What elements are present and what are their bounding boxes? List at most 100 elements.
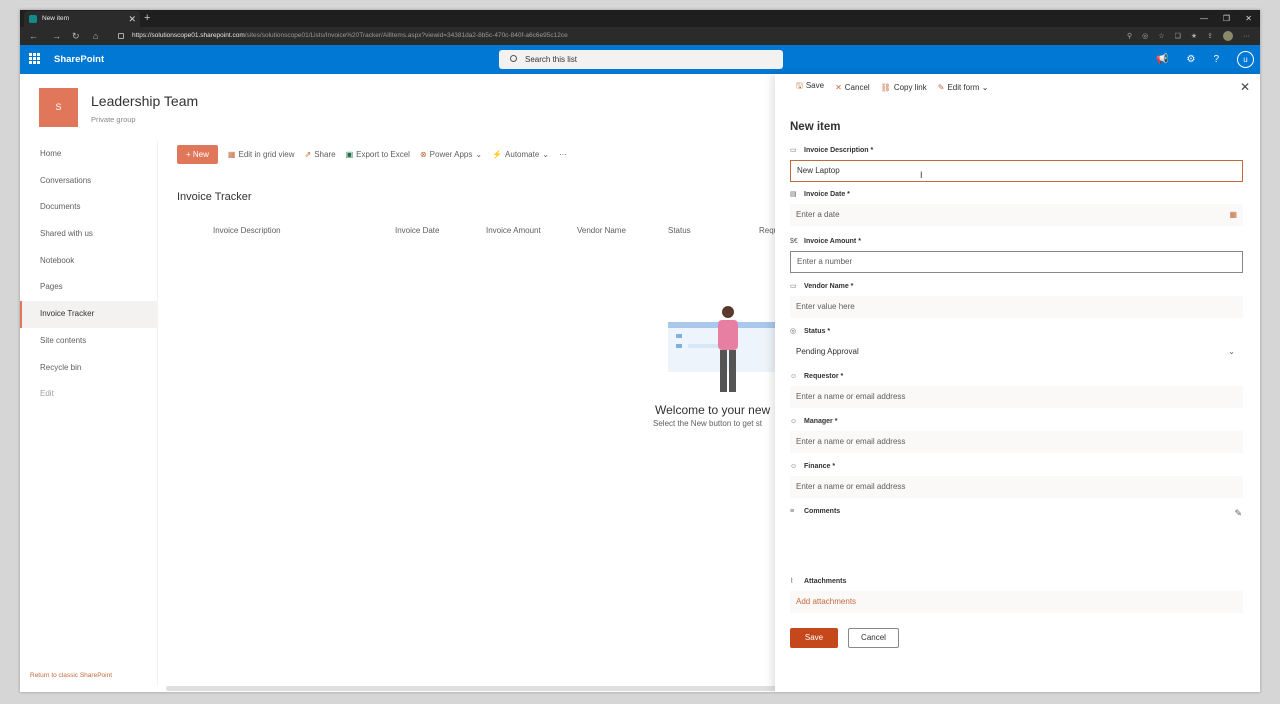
- manager-input[interactable]: Enter a name or email address: [790, 431, 1243, 453]
- nav-item-documents[interactable]: Documents: [20, 194, 157, 221]
- brand-name[interactable]: SharePoint: [54, 45, 104, 74]
- field-attachments: ⌇ Attachments Add attachments: [790, 576, 1243, 613]
- invoice-description-input[interactable]: New Laptop: [790, 160, 1243, 182]
- automate-button[interactable]: ⚡ Automate ⌄: [492, 150, 549, 159]
- restore-icon[interactable]: ❐: [1223, 10, 1230, 27]
- lock-icon: [118, 33, 124, 39]
- nav-item-edit[interactable]: Edit: [20, 381, 157, 408]
- status-dropdown[interactable]: Pending Approval ⌄: [790, 341, 1243, 363]
- cancel-button[interactable]: Cancel: [848, 628, 899, 648]
- nav-item-home[interactable]: Home: [20, 141, 157, 168]
- nav-item-notebook[interactable]: Notebook: [20, 248, 157, 275]
- tracking-icon[interactable]: ◎: [1142, 32, 1148, 40]
- calendar-icon[interactable]: ▦: [1229, 204, 1237, 226]
- edit-form-button[interactable]: ✎ Edit form ⌄: [938, 83, 989, 92]
- invoice-date-input[interactable]: Enter a date ▦: [790, 204, 1243, 226]
- vendor-name-input[interactable]: Enter value here: [790, 296, 1243, 318]
- field-requestor: ☺ Requestor * Enter a name or email addre…: [790, 371, 1243, 408]
- text-field-icon: ▭: [790, 283, 797, 290]
- suite-bar: SharePoint Search this list 📢 ⚙ ? u: [20, 45, 1260, 74]
- nav-item-conversations[interactable]: Conversations: [20, 168, 157, 195]
- search-input[interactable]: Search this list: [499, 50, 783, 69]
- export-excel-button[interactable]: ▣ Export to Excel: [346, 150, 410, 159]
- chevron-down-icon: ⌄: [475, 149, 483, 159]
- automate-icon: ⚡: [492, 149, 503, 159]
- nav-item-shared-with-us[interactable]: Shared with us: [20, 221, 157, 248]
- browser-toolbar: ⚲ ◎ ☆ ❏ ★ ⇪ ···: [1127, 27, 1250, 45]
- refresh-icon[interactable]: ↻: [72, 27, 80, 45]
- zoom-icon[interactable]: ⚲: [1127, 32, 1132, 40]
- welcome-heading: Welcome to your new: [655, 403, 771, 417]
- attachments-area: Add attachments: [790, 591, 1243, 613]
- edit-grid-button[interactable]: ▦ Edit in grid view: [228, 150, 295, 159]
- add-attachments-link[interactable]: Add attachments: [796, 597, 856, 606]
- finance-input[interactable]: Enter a name or email address: [790, 476, 1243, 498]
- paperclip-icon: ⌇: [790, 578, 794, 585]
- column-header-vendor[interactable]: Vendor Name: [577, 226, 626, 235]
- field-comments: ≡ Comments: [790, 506, 1243, 518]
- copy-link-button[interactable]: ⛓ Copy link: [881, 83, 927, 92]
- excel-icon: ▣: [345, 149, 354, 159]
- field-manager: ☺ Manager * Enter a name or email address: [790, 416, 1243, 453]
- sharepoint-favicon-icon: [29, 15, 37, 23]
- browser-tab-bar: New item ✕ + — ❐ ✕: [20, 10, 1260, 27]
- site-subtitle: Private group: [91, 115, 136, 124]
- url-field[interactable]: https://solutionscope01.sharepoint.com/s…: [118, 29, 1098, 43]
- profile-avatar[interactable]: [1223, 31, 1233, 41]
- grid-icon: ▦: [227, 149, 236, 159]
- nav-item-site-contents[interactable]: Site contents: [20, 328, 157, 355]
- forward-icon[interactable]: →: [52, 27, 61, 45]
- power-apps-button[interactable]: ⊗ Power Apps ⌄: [420, 150, 482, 159]
- toolbar-cancel-button[interactable]: ✕ Cancel: [835, 83, 870, 92]
- app-launcher-icon[interactable]: [29, 53, 40, 64]
- site-logo[interactable]: S: [39, 88, 78, 127]
- site-title[interactable]: Leadership Team: [91, 93, 198, 109]
- panel-toolbar: 🖫 Save ✕ Cancel ⛓ Copy link ✎ Edit form ⌄: [775, 74, 1260, 100]
- new-button[interactable]: + New: [177, 144, 218, 164]
- close-tab-icon[interactable]: ✕: [128, 11, 136, 27]
- megaphone-icon[interactable]: 📢: [1156, 54, 1168, 65]
- gear-icon[interactable]: ⚙: [1186, 54, 1195, 65]
- column-header-amount[interactable]: Invoice Amount: [486, 226, 541, 235]
- nav-item-recycle-bin[interactable]: Recycle bin: [20, 355, 157, 382]
- field-invoice-date: ▤ Invoice Date * Enter a date ▦: [790, 189, 1243, 226]
- share-icon: ⇗: [304, 149, 312, 159]
- save-button[interactable]: Save: [790, 628, 838, 648]
- toolbar-save-button[interactable]: 🖫 Save: [796, 80, 824, 94]
- person-icon: ☺: [790, 373, 798, 380]
- requestor-input[interactable]: Enter a name or email address: [790, 386, 1243, 408]
- horizontal-scrollbar[interactable]: [166, 686, 806, 691]
- edit-comments-icon[interactable]: ✎: [1234, 508, 1242, 519]
- column-header-status[interactable]: Status: [668, 226, 691, 235]
- column-header-description[interactable]: Invoice Description: [213, 226, 281, 235]
- calendar-label-icon: ▤: [790, 191, 797, 198]
- share-button[interactable]: ⇗ Share: [305, 150, 336, 159]
- home-icon[interactable]: ⌂: [93, 27, 98, 45]
- favorite-icon[interactable]: ☆: [1158, 32, 1164, 40]
- invoice-amount-input[interactable]: Enter a number: [790, 251, 1243, 273]
- chevron-down-icon: ⌄: [542, 149, 549, 159]
- back-icon[interactable]: ←: [29, 27, 38, 45]
- new-tab-icon[interactable]: +: [144, 10, 150, 27]
- help-icon[interactable]: ?: [1213, 54, 1219, 65]
- text-cursor-icon: I: [920, 170, 923, 180]
- nav-item-pages[interactable]: Pages: [20, 274, 157, 301]
- column-header-date[interactable]: Invoice Date: [395, 226, 439, 235]
- nav-item-invoice-tracker[interactable]: Invoice Tracker: [20, 301, 157, 328]
- pencil-icon: ✎: [937, 82, 945, 92]
- minimize-icon[interactable]: —: [1200, 10, 1208, 27]
- close-panel-icon[interactable]: ✕: [1240, 80, 1250, 94]
- collections-icon[interactable]: ❏: [1175, 32, 1181, 40]
- favorites-bar-icon[interactable]: ★: [1191, 32, 1197, 40]
- return-to-classic-link[interactable]: Return to classic SharePoint: [30, 672, 112, 679]
- user-avatar[interactable]: u: [1237, 51, 1254, 68]
- browser-tab[interactable]: New item ✕: [24, 11, 140, 27]
- more-icon[interactable]: ···: [1243, 33, 1250, 40]
- address-bar: ← → ↻ ⌂ https://solutionscope01.sharepoi…: [20, 27, 1260, 45]
- more-commands-button[interactable]: ···: [559, 150, 567, 159]
- text-field-icon: ▭: [790, 147, 797, 154]
- close-window-icon[interactable]: ✕: [1245, 10, 1252, 27]
- tab-title: New item: [42, 15, 70, 22]
- share-icon[interactable]: ⇪: [1207, 32, 1213, 40]
- field-vendor-name: ▭ Vendor Name * Enter value here: [790, 281, 1243, 318]
